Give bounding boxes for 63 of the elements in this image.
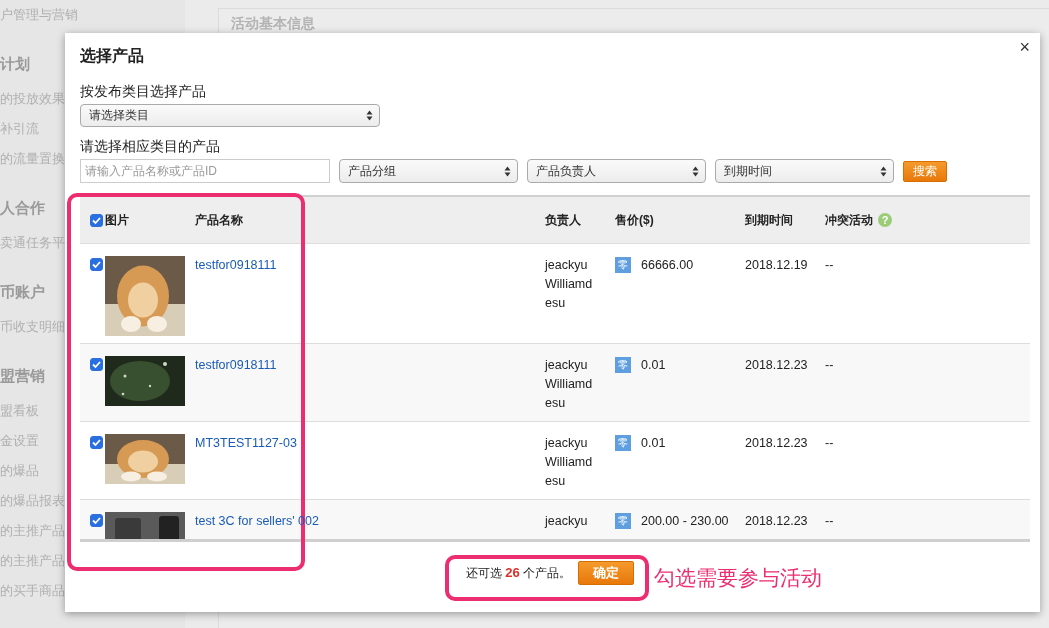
column-header: 冲突活动	[825, 211, 873, 229]
conflict-text: --	[825, 513, 835, 530]
product-link[interactable]: testfor0918111	[195, 256, 545, 274]
checkbox[interactable]	[90, 358, 103, 371]
price-text: 0.01	[641, 435, 666, 452]
checkbox[interactable]	[90, 436, 103, 449]
select-arrows-icon	[880, 165, 887, 177]
column-header: 图片	[105, 211, 129, 229]
owner-name: esu	[545, 395, 567, 412]
product-link[interactable]: MT3TEST1127-03	[195, 434, 545, 452]
confirm-button[interactable]: 确定	[578, 561, 635, 585]
price-badge: 零	[615, 357, 631, 373]
owner-name: jeackyu	[545, 257, 589, 274]
owner-name: jeackyu	[545, 513, 589, 530]
column-header: 到期时间	[745, 211, 794, 229]
checkbox[interactable]	[90, 213, 103, 227]
sidebar-heading: 盟营销	[0, 366, 45, 386]
select-arrows-icon	[366, 110, 373, 121]
owner-name: Williamd	[545, 454, 594, 471]
owner-name: Williamd	[545, 276, 594, 293]
conflict-text: --	[825, 257, 835, 274]
conflict-text: --	[825, 357, 835, 374]
remaining-count-text: 还可选 26 个产品。	[465, 564, 572, 582]
help-icon[interactable]: ?	[878, 213, 892, 227]
sidebar-heading: 计划	[0, 54, 30, 74]
section-title: 活动基本信息	[231, 15, 315, 31]
annotation-text: 勾选需要参与活动	[654, 565, 822, 591]
select-arrows-icon	[692, 165, 699, 177]
field-label: 按发布类目选择产品	[80, 82, 206, 100]
search-button[interactable]: 搜索	[903, 160, 947, 182]
checkbox[interactable]	[90, 514, 103, 527]
price-badge: 零	[615, 257, 631, 273]
category-select[interactable]: 请选择类目	[80, 104, 380, 127]
field-label: 请选择相应类目的产品	[80, 137, 220, 155]
filter-select[interactable]: 到期时间	[715, 159, 894, 183]
conflict-text: --	[825, 435, 835, 452]
column-header: 售价($)	[615, 211, 655, 229]
expiry-date: 2018.12.23	[745, 357, 809, 374]
price-text: 0.01	[641, 357, 666, 374]
owner-name: jeackyu	[545, 435, 589, 452]
price-text: 66666.00	[641, 257, 694, 274]
expiry-date: 2018.12.23	[745, 435, 809, 452]
product-link[interactable]: testfor0918111	[195, 356, 545, 374]
sidebar-heading: 币账户	[0, 282, 45, 302]
filter-select[interactable]: 产品负责人	[527, 159, 706, 183]
price-text: 200.00 - 230.00	[641, 513, 729, 530]
close-button[interactable]: ×	[1015, 37, 1034, 58]
price-badge: 零	[615, 513, 631, 529]
select-arrows-icon	[504, 165, 511, 177]
expiry-date: 2018.12.23	[745, 513, 809, 530]
checkbox[interactable]	[90, 258, 103, 271]
owner-name: esu	[545, 473, 567, 490]
search-field[interactable]: 请输入产品名称或产品ID	[80, 159, 330, 183]
price-badge: 零	[615, 435, 631, 451]
column-header: 负责人	[545, 211, 582, 229]
column-header: 产品名称	[195, 211, 244, 229]
owner-name: esu	[545, 295, 567, 312]
owner-name: Williamd	[545, 376, 594, 393]
dialog-title: 选择产品	[80, 46, 144, 66]
owner-name: jeackyu	[545, 357, 589, 374]
sidebar-heading: 人合作	[0, 198, 45, 218]
filter-select[interactable]: 产品分组	[339, 159, 518, 183]
expiry-date: 2018.12.19	[745, 257, 809, 274]
